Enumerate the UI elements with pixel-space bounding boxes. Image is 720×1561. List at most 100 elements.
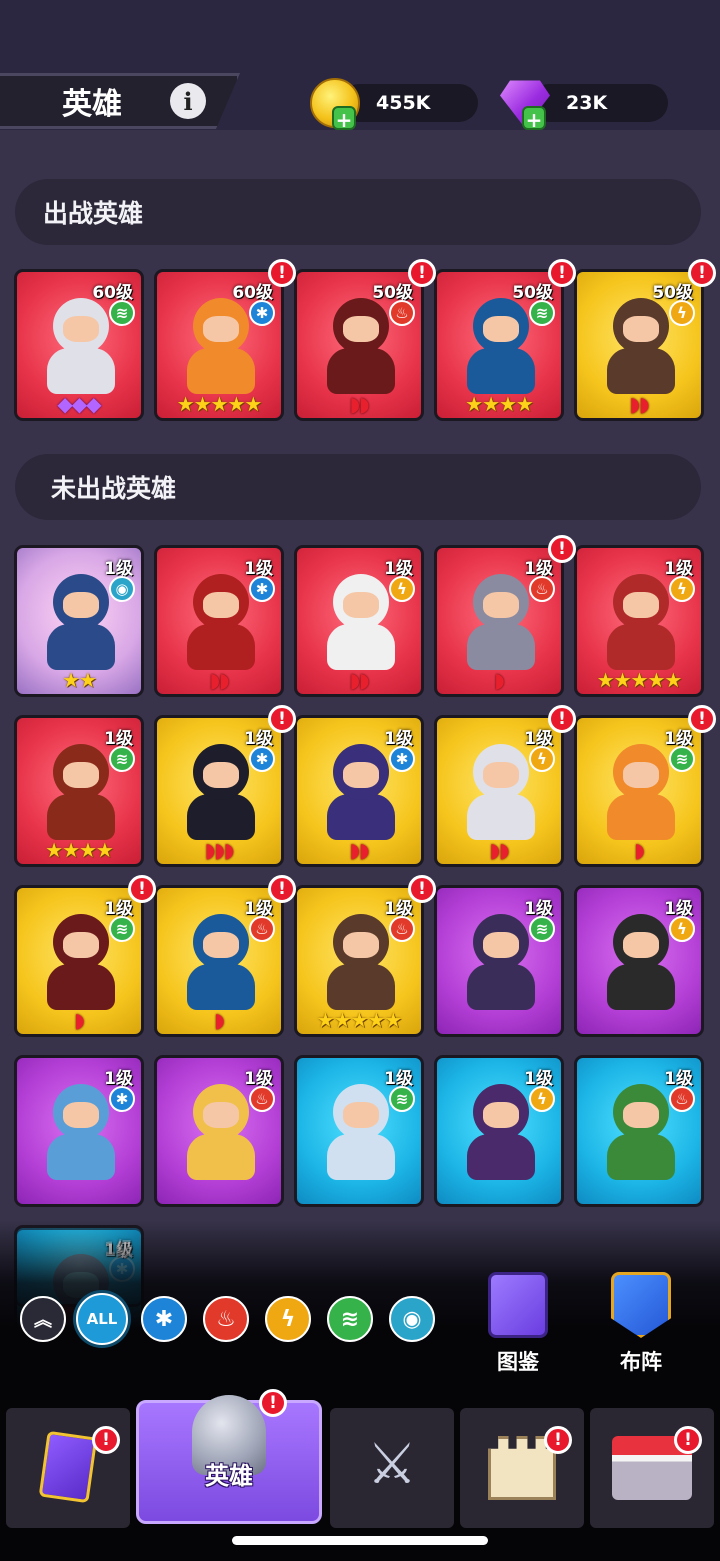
alert-badge-icon: ! <box>548 535 576 563</box>
hero-body <box>467 624 535 670</box>
element-fire-icon: ♨ <box>389 300 415 326</box>
filter-all-button[interactable]: ALL <box>76 1293 128 1345</box>
filter-eye-icon[interactable]: ◉ <box>389 1296 435 1342</box>
hero-rank: ★★★★★ <box>176 392 263 416</box>
section-inactive-label: 未出战英雄 <box>51 474 177 503</box>
hero-face <box>343 932 379 958</box>
hero-body <box>187 964 255 1010</box>
hero-card[interactable]: 1级 ≋ <box>434 885 564 1037</box>
element-wind-icon: ≋ <box>109 300 135 326</box>
hero-face <box>343 1102 379 1128</box>
hero-body <box>47 964 115 1010</box>
hero-card[interactable]: 1级 ✱ ◗◗ <box>294 715 424 867</box>
element-ice-icon: ✱ <box>249 746 275 772</box>
hero-card[interactable]: 1级 ✱ ◗◗ <box>154 545 284 697</box>
home-indicator[interactable] <box>232 1536 488 1545</box>
hero-card[interactable]: 50级 ≋ ★★★★ <box>434 269 564 421</box>
element-fire-icon: ♨ <box>389 916 415 942</box>
element-bolt-icon: ϟ <box>529 1086 555 1112</box>
hero-body <box>47 794 115 840</box>
hero-body <box>187 794 255 840</box>
hero-card[interactable]: 1级✱ <box>14 1055 144 1207</box>
element-wind-icon: ≋ <box>529 300 555 326</box>
nav-tab-castle[interactable]: ! <box>460 1408 584 1528</box>
nav-tab-cards[interactable]: ! <box>6 1408 130 1528</box>
card-icon <box>38 1430 98 1504</box>
hero-body <box>607 1134 675 1180</box>
hero-card[interactable]: 1级 ≋ ◗ <box>14 885 144 1037</box>
hero-body <box>327 348 395 394</box>
hero-card[interactable]: 1级 ϟ ◗◗ <box>434 715 564 867</box>
hero-rank: ◗◗ <box>489 838 509 862</box>
alert-badge-icon: ! <box>259 1389 287 1417</box>
hero-card[interactable]: 1级 ≋ ★★★★ <box>14 715 144 867</box>
element-bolt-icon: ϟ <box>389 576 415 602</box>
hero-card[interactable]: 1级 ♨ ◗ <box>434 545 564 697</box>
hero-body <box>47 1134 115 1180</box>
hero-card[interactable]: 1级 ≋ ◗ <box>574 715 704 867</box>
collapse-chevron-icon[interactable]: ︽ <box>20 1296 66 1342</box>
element-wind-icon: ≋ <box>389 1086 415 1112</box>
hero-card[interactable]: 1级 ≋ <box>294 1055 424 1207</box>
hero-card[interactable]: 60级 ≋ ◆◆◆ <box>14 269 144 421</box>
hero-card[interactable]: 60级 ✱ ★★★★★ <box>154 269 284 421</box>
crossed-swords-icon: ⚔ <box>366 1432 418 1497</box>
hero-card[interactable]: 1级 ϟ <box>434 1055 564 1207</box>
filter-wind-icon[interactable]: ≋ <box>327 1296 373 1342</box>
hero-card[interactable]: 1级 ♨ ★★★★★ <box>294 885 424 1037</box>
title-panel: 英雄 i <box>0 73 240 129</box>
hero-body <box>187 1134 255 1180</box>
hero-level: 50级 <box>372 283 413 303</box>
hero-card[interactable]: 50级 ϟ ◗◗ <box>574 269 704 421</box>
hero-card[interactable]: 1级 ϟ ★★★★★ <box>574 545 704 697</box>
hero-face <box>483 762 519 788</box>
hero-card[interactable]: 1级 ♨ <box>154 1055 284 1207</box>
hero-rank: ◗◗ <box>629 392 649 416</box>
alert-badge-icon: ! <box>408 259 436 287</box>
element-ice-icon: ✱ <box>389 746 415 772</box>
hero-card[interactable]: 1级 ϟ <box>574 885 704 1037</box>
add-coins-icon[interactable]: + <box>332 106 356 132</box>
hero-card[interactable]: 50级 ♨ ◗◗ <box>294 269 424 421</box>
filter-lightning-icon[interactable]: ϟ <box>265 1296 311 1342</box>
hero-rank: ◗ <box>494 668 505 692</box>
hero-rank: ◆◆◆ <box>57 392 101 416</box>
hero-card[interactable]: 1级 ϟ ◗◗ <box>294 545 424 697</box>
alert-badge-icon: ! <box>92 1426 120 1454</box>
hero-card[interactable]: 1级 ◉ ★★ <box>14 545 144 697</box>
hero-body <box>467 794 535 840</box>
codex-label: 图鉴 <box>497 1350 539 1374</box>
filter-fire-icon[interactable]: ♨ <box>203 1296 249 1342</box>
hero-card[interactable]: 1级 ✱ ◗◗◗ <box>154 715 284 867</box>
nav-tab-battle[interactable]: ⚔ <box>330 1408 454 1528</box>
element-fire-icon: ♨ <box>249 916 275 942</box>
add-gems-icon[interactable]: + <box>522 106 546 132</box>
hero-body <box>327 794 395 840</box>
hero-body <box>467 964 535 1010</box>
hero-face <box>623 932 659 958</box>
hero-body <box>187 624 255 670</box>
codex-button[interactable]: 图鉴 <box>473 1272 563 1382</box>
hero-face <box>203 592 239 618</box>
formation-label: 布阵 <box>620 1350 662 1374</box>
hero-card[interactable]: 1级 ♨ <box>574 1055 704 1207</box>
hero-body <box>327 1134 395 1180</box>
element-bolt-icon: ϟ <box>669 300 695 326</box>
filter-ice-icon[interactable]: ✱ <box>141 1296 187 1342</box>
element-wind-icon: ≋ <box>669 746 695 772</box>
alert-badge-icon: ! <box>688 705 716 733</box>
hero-card[interactable]: 1级 ♨ ◗ <box>154 885 284 1037</box>
hero-level: 50级 <box>652 283 693 303</box>
element-bolt-icon: ϟ <box>669 576 695 602</box>
hero-face <box>343 592 379 618</box>
info-icon[interactable]: i <box>170 83 206 119</box>
formation-button[interactable]: 布阵 <box>596 1272 686 1382</box>
nav-heroes-label: 英雄 <box>205 1462 253 1490</box>
element-wind-icon: ≋ <box>109 916 135 942</box>
nav-tab-heroes[interactable]: 英雄 ! <box>136 1389 322 1524</box>
hero-face <box>483 932 519 958</box>
hero-body <box>607 794 675 840</box>
nav-tab-shop[interactable]: ! <box>590 1408 714 1528</box>
hero-face <box>623 316 659 342</box>
hero-face <box>63 762 99 788</box>
